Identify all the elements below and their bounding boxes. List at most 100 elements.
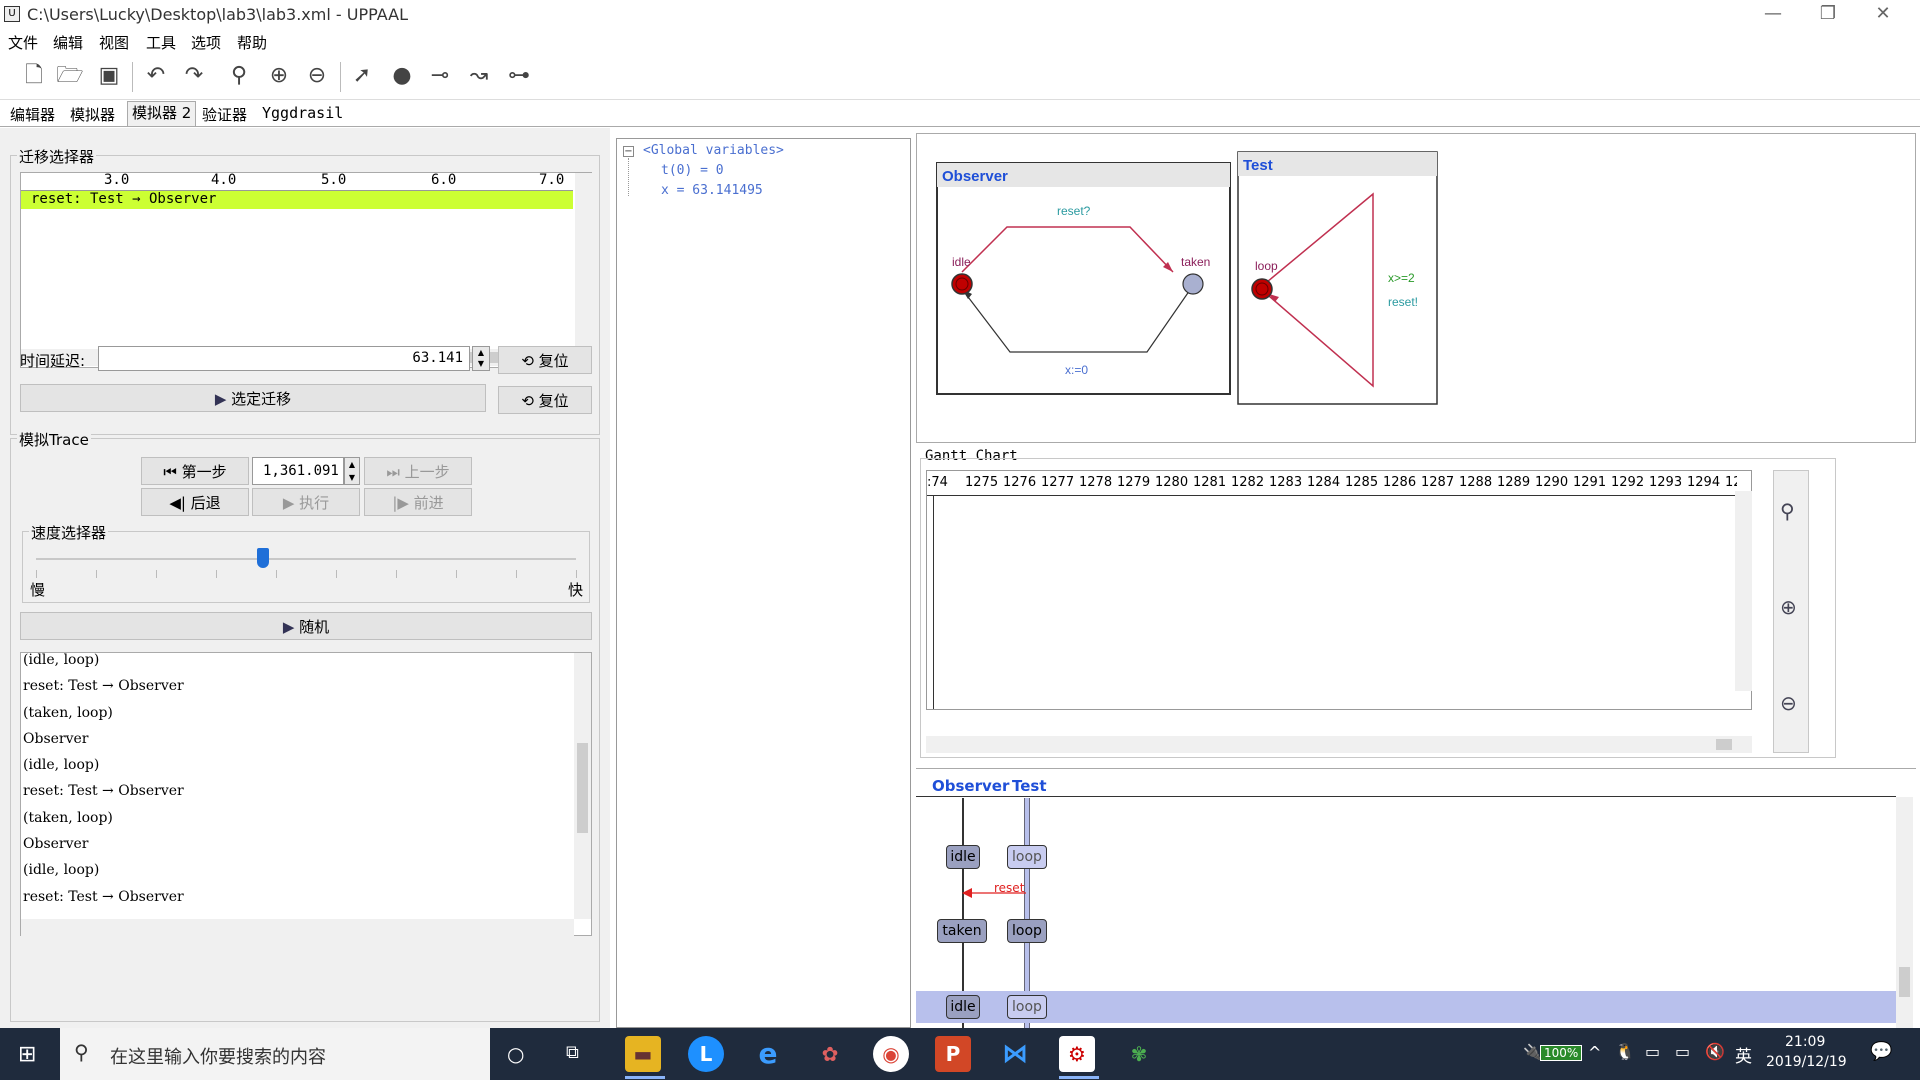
tab-simulator-2[interactable]: 模拟器 2 [127,101,197,126]
undo-icon[interactable]: ↶ [142,62,170,90]
clock-date[interactable]: 2019/12/19 [1766,1054,1847,1070]
menu-view[interactable]: 视图 [99,32,129,53]
location-tool-icon[interactable]: ● [388,62,416,90]
select-tool-icon[interactable]: ➚ [348,62,376,90]
random-button[interactable]: ▶ 随机 [20,612,592,640]
trace-item[interactable]: reset: Test → Observer [21,884,573,910]
zoom-out-icon[interactable]: ⊖ [303,62,331,90]
task-view-icon[interactable]: ⧉ [566,1042,579,1063]
gantt-tick: 1278 [1079,475,1113,490]
trace-hscrollbar[interactable] [21,919,574,936]
gantt-zoom-icon[interactable]: ⚲ [1780,499,1795,523]
tab-verifier[interactable]: 验证器 [202,104,247,125]
uppaal-icon[interactable]: ✿ [812,1036,848,1072]
chevron-up-icon[interactable]: ^ [1588,1043,1601,1062]
trace-item[interactable]: (idle, loop) [21,647,573,673]
lucky-app-icon[interactable]: L [688,1036,724,1072]
new-file-icon[interactable]: 🗋 [20,62,48,90]
menu-options[interactable]: 选项 [191,32,221,53]
transition-list[interactable]: 3.0 4.0 5.0 6.0 7.0 reset: Test → Observ… [20,172,592,368]
edge-tool-icon[interactable]: ↝ [465,62,493,90]
menu-tools[interactable]: 工具 [146,32,176,53]
cortana-icon[interactable]: ○ [507,1042,524,1066]
time-delay-spinner[interactable]: ▲ ▼ [472,346,490,371]
collapse-icon[interactable]: − [623,146,634,157]
notification-icon[interactable]: 💬 [1870,1041,1892,1062]
select-transition-button[interactable]: ▶ 选定迁移 [20,384,486,412]
redo-icon[interactable]: ↷ [180,62,208,90]
execute-button[interactable]: ▶ 执行 [252,488,360,516]
uppaal-running-icon[interactable]: ⚙ [1059,1036,1095,1072]
trace-item[interactable]: (idle, loop) [21,752,573,778]
step-value-input[interactable]: 1,361.091 [252,457,344,485]
minimize-button[interactable]: — [1750,0,1796,30]
msc-state-loop[interactable]: loop [1007,995,1047,1019]
reset-button-1[interactable]: ⟲ 复位 [498,346,592,374]
edge-browser-icon[interactable]: e [750,1036,786,1072]
back-button[interactable]: ◀| 后退 [141,488,249,516]
open-folder-icon[interactable]: 🗁 [56,62,84,90]
trace-list[interactable]: (idle, loop) reset: Test → Observer (taken… [20,652,592,936]
battery-indicator[interactable]: 100% [1540,1045,1583,1061]
battery-icon[interactable]: ▭ [1645,1042,1660,1061]
search-box[interactable]: ⚲ 在这里输入你要搜索的内容 [60,1028,490,1080]
global-variables-node[interactable]: <Global variables> [643,143,784,158]
msc-state-idle[interactable]: idle [946,845,980,869]
trace-item[interactable]: (idle, loop) [21,857,573,883]
trace-item[interactable]: (taken, loop) [21,805,573,831]
zoom-in-icon[interactable]: ⊕ [265,62,293,90]
speed-slider-thumb[interactable] [256,548,269,568]
volume-muted-icon[interactable]: 🔇 [1705,1042,1725,1061]
msc-state-loop[interactable]: loop [1007,919,1047,943]
menu-edit[interactable]: 编辑 [53,32,83,53]
forward-button[interactable]: |▶ 前进 [364,488,472,516]
trace-item[interactable]: (taken, loop) [21,910,573,913]
maximize-button[interactable]: ❐ [1805,0,1851,30]
close-button[interactable]: ✕ [1860,0,1906,30]
menu-file[interactable]: 文件 [8,32,38,53]
qq-icon[interactable]: 🐧 [1615,1042,1635,1061]
power-plug-icon[interactable]: 🔌 [1523,1043,1542,1061]
transition-vscrollbar[interactable] [575,173,592,349]
vscode-icon[interactable]: ⋈ [997,1036,1033,1072]
tab-editor[interactable]: 编辑器 [10,104,55,125]
clock-time[interactable]: 21:09 [1785,1034,1825,1050]
start-icon[interactable]: ⊞ [18,1042,36,1067]
tab-simulator[interactable]: 模拟器 [70,104,115,125]
reset-button-2[interactable]: ⟲ 复位 [498,386,592,414]
msc-state-loop[interactable]: loop [1007,845,1047,869]
file-explorer-icon[interactable]: ▬ [625,1036,661,1072]
network-icon[interactable]: ▭ [1675,1042,1690,1061]
step-spinner[interactable]: ▲ ▼ [344,457,360,485]
save-icon[interactable]: ▣ [95,62,123,90]
gantt-zoom-out-icon[interactable]: ⊖ [1780,691,1797,715]
msc-selected-row[interactable] [916,991,1896,1023]
trace-item[interactable]: Observer [21,831,573,857]
trace-vscrollbar[interactable] [574,653,591,919]
time-delay-input[interactable]: 63.141 [98,346,470,371]
gantt-vscrollbar[interactable] [1735,491,1752,691]
previous-step-button[interactable]: ⏭ 上一步 [364,457,472,485]
trace-item[interactable]: reset: Test → Observer [21,778,573,804]
msc-vscrollbar[interactable] [1896,797,1913,1029]
trace-item[interactable]: (taken, loop) [21,700,573,726]
gantt-zoom-in-icon[interactable]: ⊕ [1780,595,1797,619]
green-app-icon[interactable]: ✾ [1121,1036,1157,1072]
trace-item[interactable]: reset: Test → Observer [21,673,573,699]
msc-state-idle[interactable]: idle [946,995,980,1019]
trace-item[interactable]: Observer [21,726,573,752]
ime-indicator[interactable]: 英 [1735,1042,1752,1067]
first-step-button[interactable]: ⏮ 第一步 [141,457,249,485]
nail-tool-icon[interactable]: ⊶ [505,62,533,90]
gantt-canvas[interactable]: :74 1275 1276 1277 1278 1279 1280 1281 1282 1283 1… [926,470,1752,710]
zoom-icon[interactable]: ⚲ [225,62,253,90]
menu-help[interactable]: 帮助 [237,32,267,53]
branch-tool-icon[interactable]: ⊸ [426,62,454,90]
speed-slider-track[interactable] [36,558,576,560]
tab-yggdrasil[interactable]: Yggdrasil [262,104,343,122]
chrome-icon[interactable]: ◉ [873,1036,909,1072]
gantt-hscrollbar[interactable] [926,736,1752,753]
selected-transition[interactable]: reset: Test → Observer [21,191,573,209]
msc-state-taken[interactable]: taken [937,919,987,943]
powerpoint-icon[interactable]: P [935,1036,971,1072]
